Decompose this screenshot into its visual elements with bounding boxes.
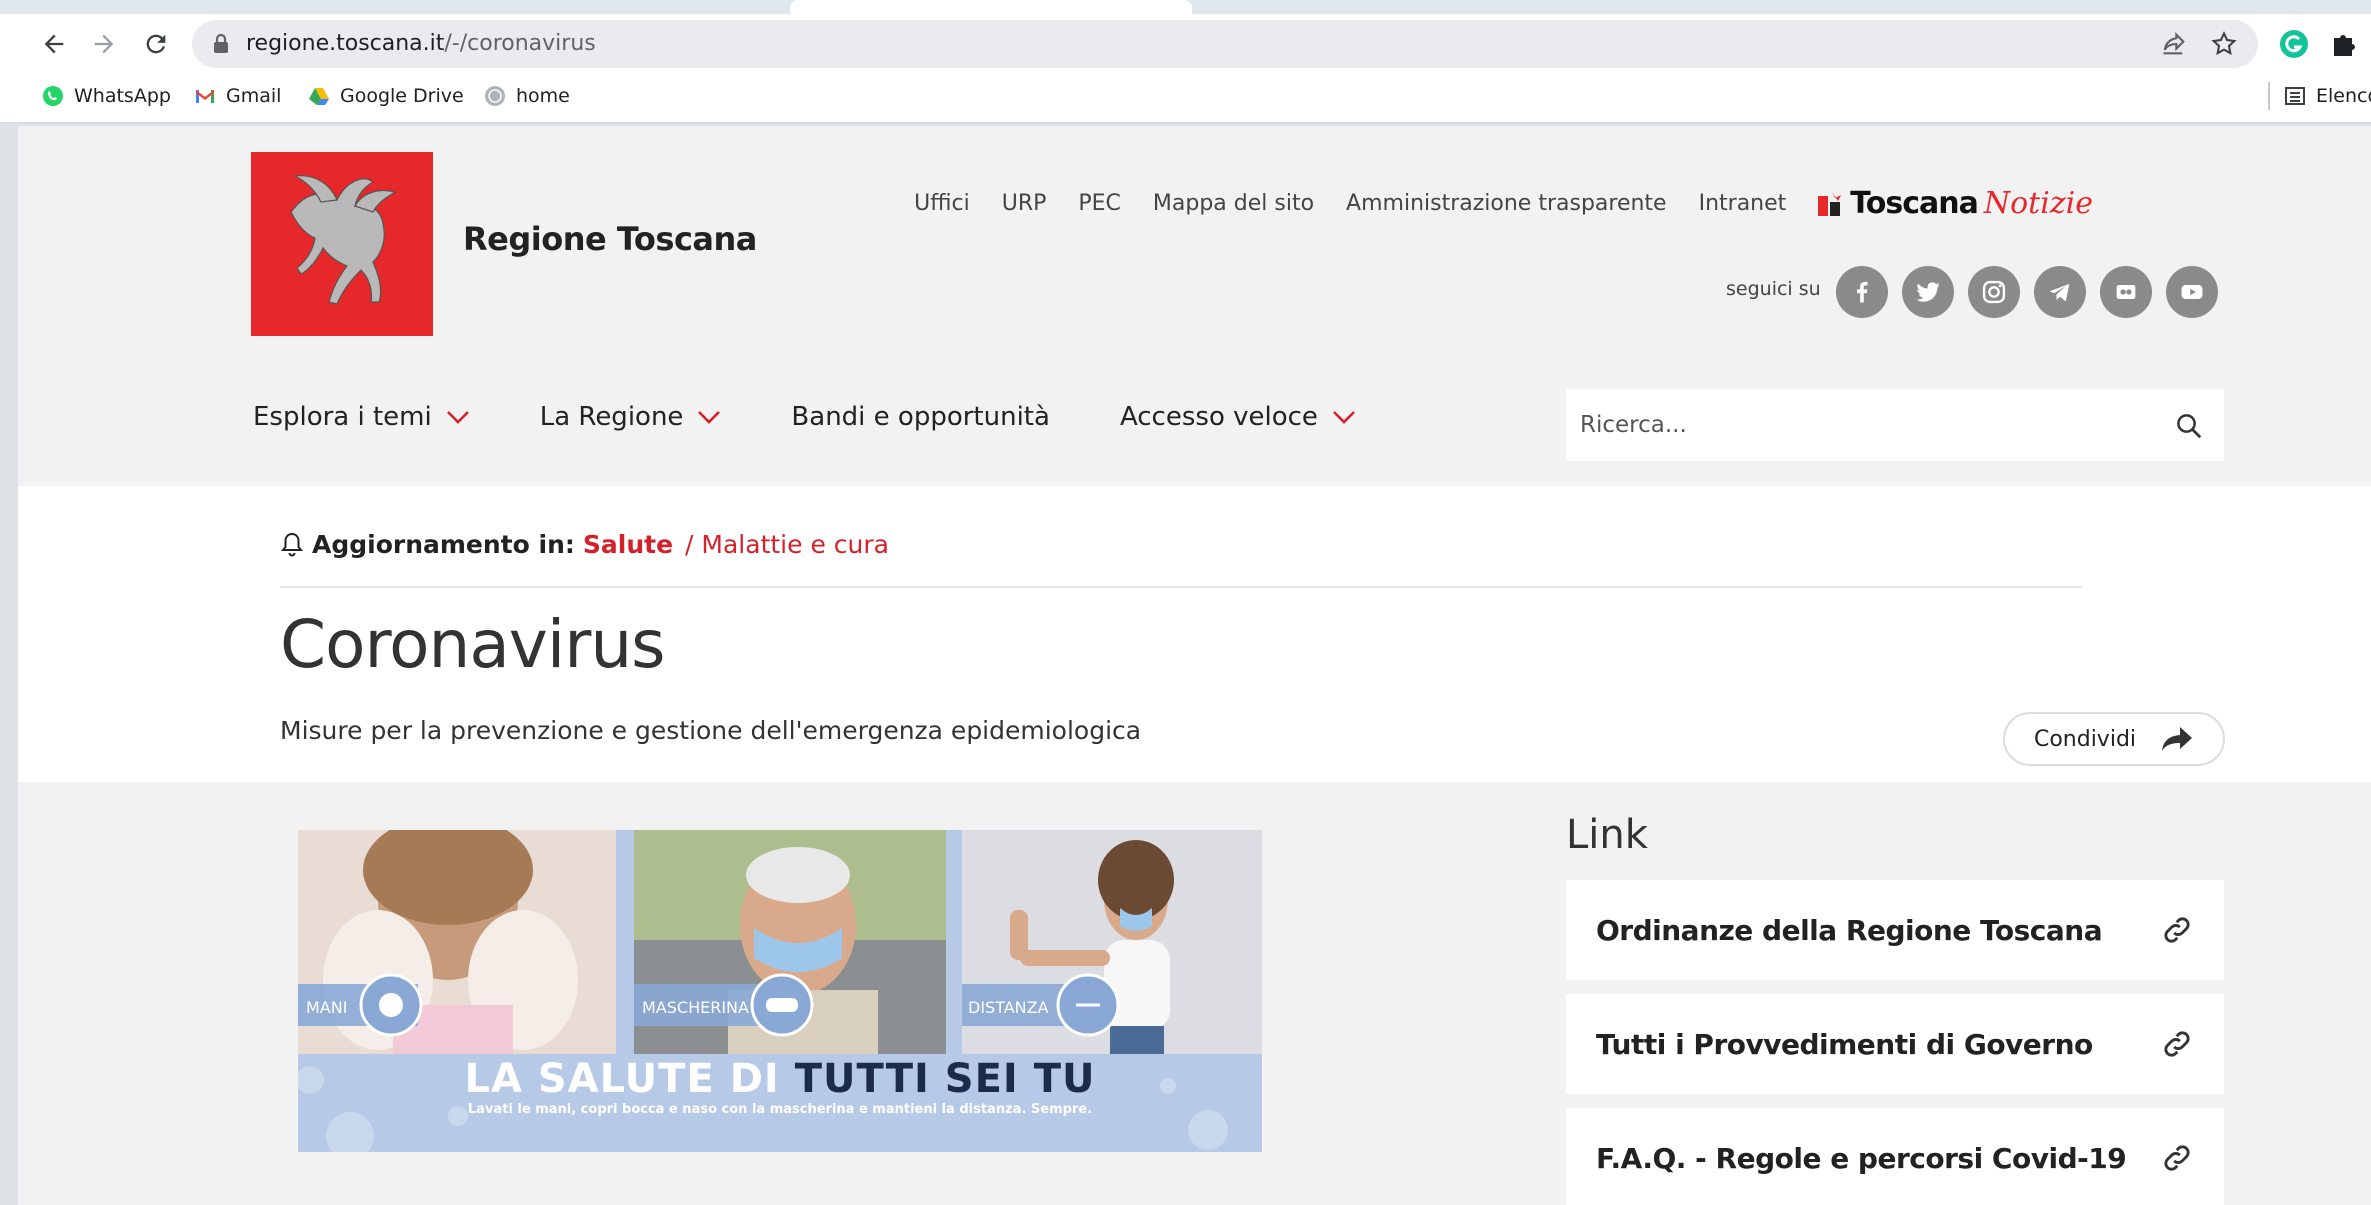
banner-label-distanza: DISTANZA <box>968 998 1049 1017</box>
page-hero: Aggiornamento in: Salute / Malattie e cu… <box>18 486 2371 782</box>
web-page: Regione Toscana Uffici URP PEC Mappa del… <box>18 126 2371 1205</box>
url-text: regione.toscana.it/-/coronavirus <box>246 31 596 56</box>
twitter-button[interactable] <box>1902 266 1954 318</box>
pegasus-icon <box>251 152 433 336</box>
regione-toscana-logo[interactable] <box>251 152 433 336</box>
search-icon[interactable] <box>2174 411 2204 441</box>
youtube-button[interactable] <box>2166 266 2218 318</box>
nav-esplora-i-temi[interactable]: Esplora i temi <box>253 402 470 432</box>
share-arrow-icon <box>2162 727 2193 751</box>
reload-button[interactable] <box>136 24 176 64</box>
youtube-icon <box>2181 285 2203 299</box>
instagram-button[interactable] <box>1968 266 2020 318</box>
util-link-pec[interactable]: PEC <box>1078 191 1121 216</box>
site-name[interactable]: Regione Toscana <box>463 220 757 258</box>
nav-la-regione[interactable]: La Regione <box>540 402 722 432</box>
banner-label-mani: MANI <box>306 998 348 1017</box>
toscana-notizie-logo[interactable]: Toscana Notizie <box>1818 186 2093 221</box>
facebook-button[interactable] <box>1836 266 1888 318</box>
share-button[interactable]: Condividi <box>2003 712 2225 766</box>
arrow-left-icon <box>44 34 64 54</box>
bookmark-home[interactable]: home <box>484 80 570 112</box>
link-chain-icon <box>2164 1031 2190 1057</box>
banner-headline: LA SALUTE DI TUTTI SEI TU <box>464 1056 1096 1102</box>
twitter-icon <box>1916 282 1940 302</box>
flickr-button[interactable] <box>2100 266 2152 318</box>
util-link-urp[interactable]: URP <box>1002 191 1047 216</box>
breadcrumb-category-link[interactable]: Salute <box>583 530 673 559</box>
bookmarks-separator <box>2268 82 2270 110</box>
browser-chrome: regione.toscana.it/-/coronavirus WhatsAp… <box>0 0 2371 124</box>
breadcrumb: Aggiornamento in: Salute / Malattie e cu… <box>280 530 889 559</box>
site-header: Regione Toscana Uffici URP PEC Mappa del… <box>18 126 2371 486</box>
util-link-mappa-del-sito[interactable]: Mappa del sito <box>1153 191 1314 216</box>
link-card[interactable]: Tutti i Provvedimenti di Governo <box>1566 994 2224 1094</box>
coronavirus-campaign-banner[interactable]: MANI MASCHERINA DISTANZA LA SALUTE DI TU… <box>298 830 1262 1152</box>
whatsapp-icon <box>42 85 64 107</box>
address-bar[interactable]: regione.toscana.it/-/coronavirus <box>192 20 2258 68</box>
chevron-down-icon <box>446 411 469 424</box>
page-title: Coronavirus <box>280 606 666 683</box>
bell-icon <box>280 532 304 556</box>
lock-icon <box>214 33 228 53</box>
extensions-puzzle-icon[interactable] <box>2326 26 2362 62</box>
telegram-icon <box>2049 283 2070 302</box>
globe-icon <box>484 85 506 107</box>
back-button[interactable] <box>34 24 74 64</box>
reading-list-button[interactable]: Elenco <box>2284 80 2371 112</box>
google-drive-icon <box>308 85 330 107</box>
instagram-icon <box>1982 280 2006 304</box>
bookmark-google-drive[interactable]: Google Drive <box>308 80 464 112</box>
flickr-icon <box>2116 285 2136 299</box>
telegram-button[interactable] <box>2034 266 2086 318</box>
reading-list-icon <box>2284 85 2306 107</box>
follow-us-label: seguici su <box>1726 278 1821 300</box>
toscana-notizie-mark-icon <box>1818 191 1842 216</box>
bookmark-star-icon[interactable] <box>2210 30 2238 58</box>
share-page-icon[interactable] <box>2160 30 2188 58</box>
site-search <box>1566 389 2224 461</box>
banner-label-mascherina: MASCHERINA <box>642 998 749 1017</box>
search-input[interactable] <box>1566 389 2156 461</box>
util-link-uffici[interactable]: Uffici <box>914 191 970 216</box>
bookmark-gmail[interactable]: Gmail <box>194 80 281 112</box>
main-nav: Esplora i temi La Regione Bandi e opport… <box>253 402 1426 432</box>
page-description: Misure per la prevenzione e gestione del… <box>280 716 1142 745</box>
gmail-icon <box>194 85 216 107</box>
reload-icon <box>146 34 166 54</box>
banner-tagline: Lavati le mani, copri bocca e naso con l… <box>467 1102 1093 1117</box>
util-link-intranet[interactable]: Intranet <box>1699 191 1787 216</box>
breadcrumb-subcategory-link[interactable]: / Malattie e cura <box>685 530 889 559</box>
facebook-icon <box>1856 281 1868 303</box>
utility-nav: Uffici URP PEC Mappa del sito Amministra… <box>882 186 2093 221</box>
main-content: MANI MASCHERINA DISTANZA LA SALUTE DI TU… <box>18 782 2371 1205</box>
arrow-right-icon <box>94 34 114 54</box>
nav-accesso-veloce[interactable]: Accesso veloce <box>1120 402 1356 432</box>
link-chain-icon <box>2164 1145 2190 1171</box>
forward-button[interactable] <box>84 24 124 64</box>
divider <box>280 586 2082 588</box>
nav-bandi-e-opportunita[interactable]: Bandi e opportunità <box>791 402 1050 432</box>
links-section-title: Link <box>1566 812 1648 858</box>
util-link-amministrazione-trasparente[interactable]: Amministrazione trasparente <box>1346 191 1667 216</box>
grammarly-icon[interactable] <box>2276 26 2312 62</box>
active-tab[interactable] <box>790 0 1192 14</box>
bookmarks-bar: WhatsApp Gmail Google Drive home Elenco <box>0 76 2371 116</box>
link-card[interactable]: F.A.Q. - Regole e percorsi Covid-19 <box>1566 1108 2224 1205</box>
bookmark-whatsapp[interactable]: WhatsApp <box>42 80 171 112</box>
tab-strip <box>0 0 2371 14</box>
link-card[interactable]: Ordinanze della Regione Toscana <box>1566 880 2224 980</box>
chevron-down-icon <box>1333 411 1355 424</box>
chevron-down-icon <box>698 411 721 424</box>
link-chain-icon <box>2164 917 2190 943</box>
